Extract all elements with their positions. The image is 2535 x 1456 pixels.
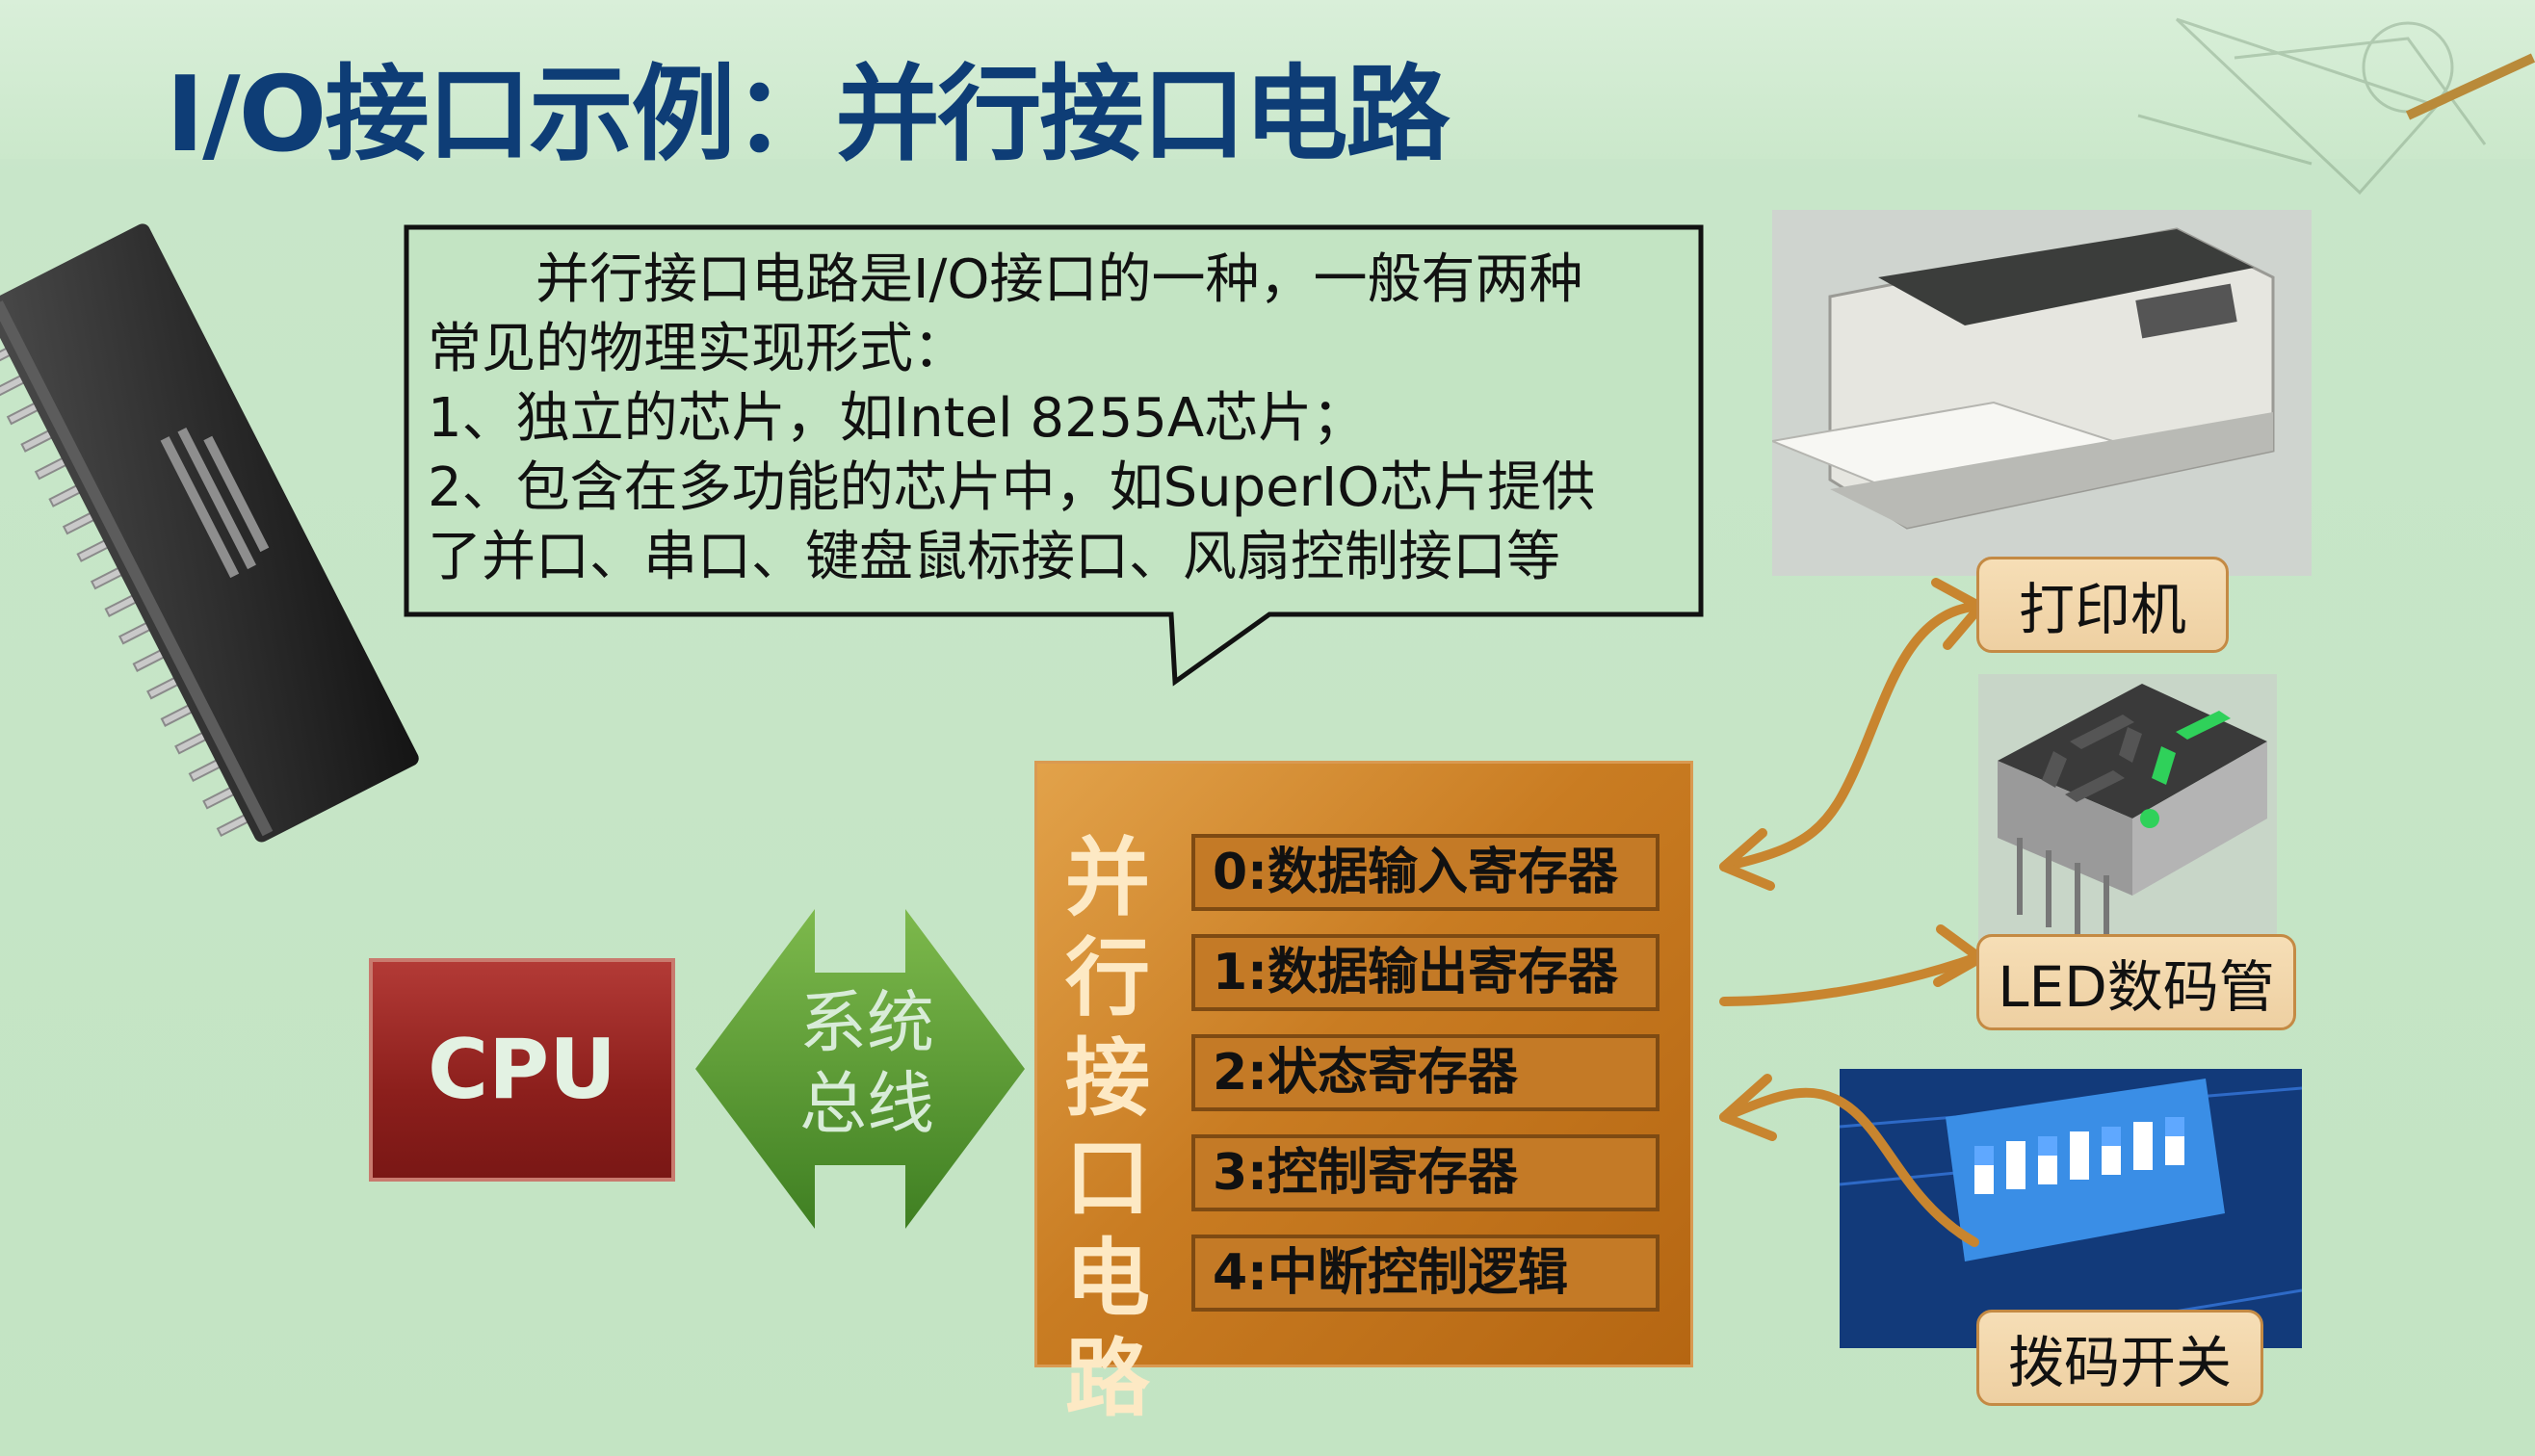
title-char: 接	[1064, 1028, 1150, 1128]
dip-switch-label: 拨码开关	[1976, 1310, 2263, 1406]
dip-link-arrow	[1719, 1087, 1979, 1247]
title-char: 并	[1064, 828, 1150, 927]
title-char: 路	[1064, 1329, 1150, 1428]
register-interrupt-logic: 4:中断控制逻辑	[1191, 1235, 1660, 1312]
parallel-interface-title: 并 行 接 口 电 路	[1059, 828, 1156, 1429]
register-control: 3:控制寄存器	[1191, 1134, 1660, 1211]
seven-segment-display-photo	[1978, 674, 2277, 944]
cpu-box: CPU	[369, 958, 675, 1182]
led-label: LED数码管	[1976, 934, 2296, 1030]
bus-label-line: 系统	[799, 983, 934, 1062]
title-char: 口	[1064, 1129, 1150, 1228]
chip-photo	[0, 223, 419, 843]
drafting-tools-decoration	[2137, 17, 2535, 195]
register-data-output: 1:数据输出寄存器	[1191, 934, 1660, 1011]
register-status: 2:状态寄存器	[1191, 1034, 1660, 1111]
register-data-input: 0:数据输入寄存器	[1191, 834, 1660, 911]
callout-text: 并行接口电路是I/O接口的一种，一般有两种 常见的物理实现形式： 1、独立的芯片…	[428, 246, 1699, 592]
printer-label: 打印机	[1976, 557, 2229, 653]
title-char: 电	[1064, 1229, 1150, 1328]
device-arrows	[1719, 578, 1985, 1247]
callout-line: 并行接口电路是I/O接口的一种，一般有两种	[428, 248, 1583, 311]
callout-line: 常见的物理实现形式：	[428, 318, 967, 380]
bus-label-line: 总线	[799, 1064, 934, 1143]
system-bus-label: 系统 总线	[771, 982, 963, 1144]
callout-line: 了并口、串口、键盘鼠标接口、风扇控制接口等	[428, 526, 1560, 588]
cpu-label: CPU	[428, 1022, 616, 1118]
printer-link-arrow	[1719, 602, 1977, 871]
title-char: 行	[1064, 928, 1150, 1027]
callout-line: 2、包含在多功能的芯片中，如SuperIO芯片提供	[428, 456, 1596, 519]
page-title: I/O接口示例：并行接口电路	[166, 55, 1450, 175]
callout-line: 1、独立的芯片，如Intel 8255A芯片；	[428, 387, 1367, 450]
printer-photo	[1772, 210, 2312, 576]
